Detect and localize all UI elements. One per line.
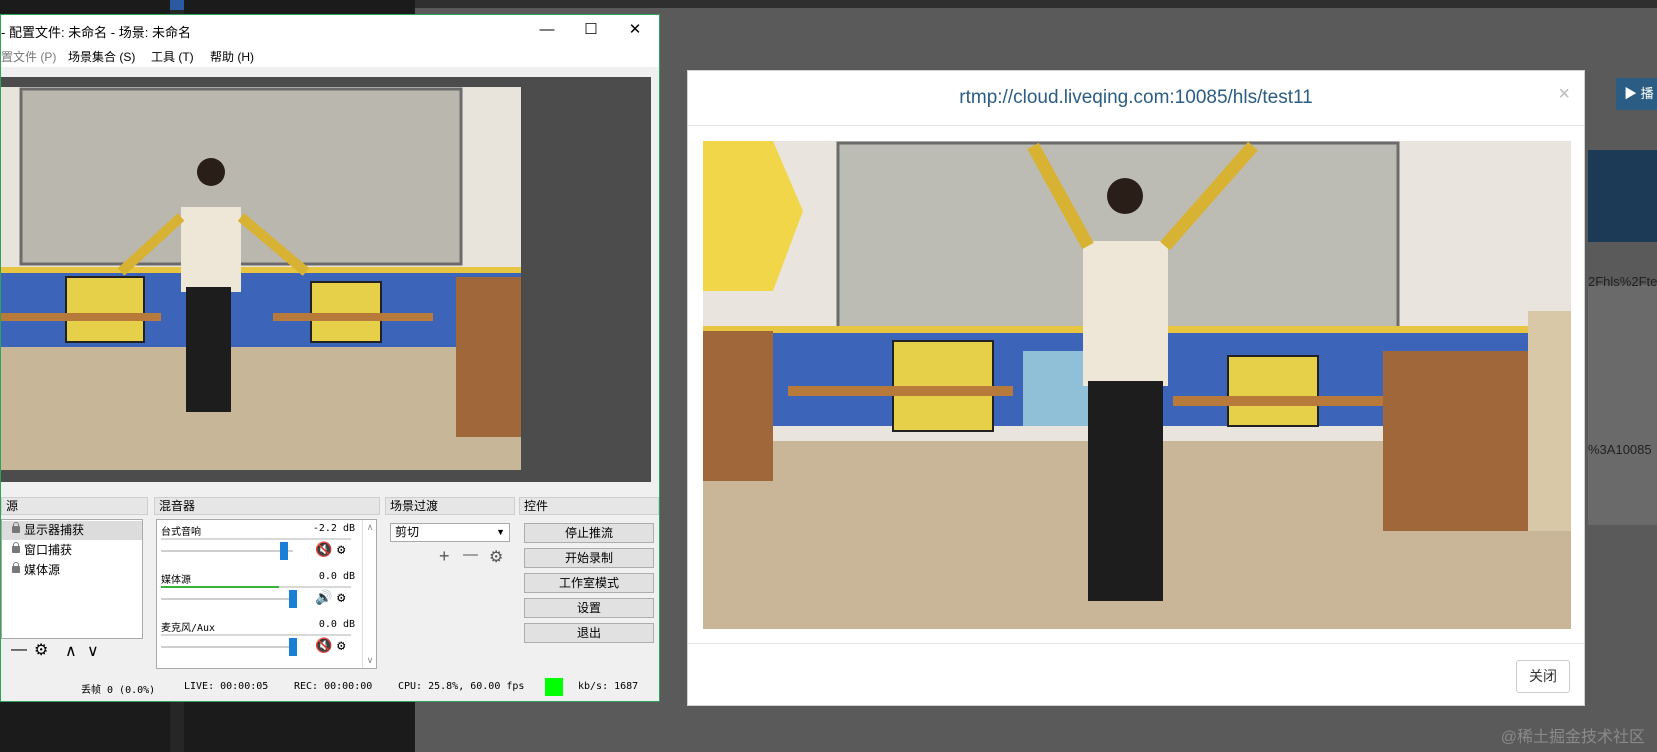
start-recording-button[interactable]: 开始录制 <box>524 548 654 568</box>
exit-button[interactable]: 退出 <box>524 623 654 643</box>
obs-titlebar: - 配置文件: 未命名 - 场景: 未命名 — ☐ ✕ <box>1 15 659 45</box>
obs-window: - 配置文件: 未命名 - 场景: 未命名 — ☐ ✕ 置文件 (P) 场景集合… <box>0 14 660 702</box>
audio-mixer: 台式音响 -2.2 dB 🔇 ⚙ 媒体源 0.0 dB 🔊 ⚙ 麦克风/Aux … <box>156 519 377 669</box>
source-item-window-capture[interactable]: 窗口捕获 <box>2 541 142 560</box>
studio-mode-button[interactable]: 工作室模式 <box>524 573 654 593</box>
channel-name: 麦克风/Aux <box>161 623 216 634</box>
mixer-channel-media: 媒体源 0.0 dB 🔊 ⚙ <box>161 570 357 616</box>
source-label: 显示器捕获 <box>24 523 85 537</box>
modal-close-button[interactable]: 关闭 <box>1516 660 1570 693</box>
modal-video-player[interactable] <box>703 141 1571 629</box>
sources-list: 显示器捕获 窗口捕获 媒体源 <box>1 519 143 639</box>
obs-window-title: - 配置文件: 未命名 - 场景: 未命名 <box>1 25 191 40</box>
gear-icon[interactable]: ⚙ <box>337 638 345 654</box>
watermark: @稀土掘金技术社区 <box>1500 729 1645 746</box>
bitrate: kb/s: 1687 <box>578 681 639 692</box>
close-button[interactable]: ✕ <box>613 15 657 45</box>
video-player-modal: rtmp://cloud.liveqing.com:10085/hls/test… <box>687 70 1585 706</box>
meter-fill <box>161 586 279 588</box>
live-time: LIVE: 00:00:05 <box>184 681 269 692</box>
transition-select[interactable]: 剪切 ▼ <box>390 523 510 542</box>
background-play-button[interactable]: ▶ 播 <box>1616 78 1657 110</box>
volume-slider-thumb[interactable] <box>289 590 297 608</box>
sources-toolbar: — ⚙ ∧ ∨ <box>1 641 143 663</box>
channel-db: 0.0 dB <box>318 619 355 630</box>
chevron-down-icon: ▼ <box>496 527 505 537</box>
volume-slider-track[interactable] <box>161 550 293 552</box>
background-url-text: 2Fhls%2Fte <box>1588 274 1657 289</box>
channel-name: 媒体源 <box>161 575 191 586</box>
controls-panel-header: 控件 <box>519 497 659 515</box>
menu-profile[interactable]: 置文件 (P) <box>1 48 56 65</box>
minimize-button[interactable]: — <box>525 15 569 45</box>
volume-slider-thumb[interactable] <box>279 542 288 560</box>
gear-icon[interactable]: ⚙ <box>337 542 345 558</box>
source-label: 窗口捕获 <box>24 543 73 557</box>
gear-icon[interactable]: ⚙ <box>489 547 503 567</box>
muted-speaker-icon[interactable]: 🔇 <box>315 638 332 654</box>
volume-slider-track[interactable] <box>161 598 293 600</box>
remove-source-button[interactable]: — <box>11 641 27 659</box>
menu-help[interactable]: 帮助 (H) <box>210 48 254 65</box>
transitions-panel-header: 场景过渡 <box>385 497 515 515</box>
scroll-up-icon[interactable]: ∧ <box>363 522 377 533</box>
obs-menubar: 置文件 (P) 场景集合 (S) 工具 (T) 帮助 (H) <box>1 45 659 67</box>
speaker-icon[interactable]: 🔊 <box>315 590 332 606</box>
volume-meter <box>161 634 351 636</box>
obs-status-bar: 丢帧 0 (0.0%) LIVE: 00:00:05 REC: 00:00:00… <box>1 675 659 699</box>
browser-topbar <box>415 0 1657 8</box>
dropped-frames: 丢帧 0 (0.0%) <box>81 685 156 696</box>
modal-title: rtmp://cloud.liveqing.com:10085/hls/test… <box>959 87 1313 108</box>
lock-icon[interactable] <box>12 562 20 573</box>
channel-db: 0.0 dB <box>318 571 355 582</box>
gear-icon[interactable]: ⚙ <box>337 590 345 606</box>
lock-icon[interactable] <box>12 542 20 553</box>
settings-button[interactable]: 设置 <box>524 598 654 618</box>
source-item-media-source[interactable]: 媒体源 <box>2 561 142 580</box>
source-label: 媒体源 <box>24 563 61 577</box>
move-up-button[interactable]: ∧ <box>65 641 77 661</box>
channel-db: -2.2 dB <box>312 523 355 534</box>
volume-slider-track[interactable] <box>161 646 293 648</box>
cpu-fps: CPU: 25.8%, 60.00 fps <box>398 681 525 692</box>
stop-streaming-button[interactable]: 停止推流 <box>524 523 654 543</box>
stream-status-indicator <box>545 678 563 696</box>
background-panel <box>1588 285 1657 525</box>
mixer-panel-header: 混音器 <box>154 497 380 515</box>
add-transition-button[interactable]: + <box>439 546 450 567</box>
move-down-button[interactable]: ∨ <box>87 641 99 661</box>
mixer-channel-desktop: 台式音响 -2.2 dB 🔇 ⚙ <box>161 522 357 568</box>
transition-selected: 剪切 <box>395 525 420 539</box>
modal-footer-divider <box>688 643 1584 644</box>
menu-tools[interactable]: 工具 (T) <box>151 48 194 65</box>
muted-speaker-icon[interactable]: 🔇 <box>315 542 332 558</box>
close-icon[interactable]: × <box>1558 83 1570 106</box>
volume-meter <box>161 586 351 588</box>
background-accent <box>170 0 184 10</box>
source-item-display-capture[interactable]: 显示器捕获 <box>2 521 142 540</box>
preview-video-frame <box>1 87 573 470</box>
modal-header-divider <box>688 125 1584 126</box>
maximize-button[interactable]: ☐ <box>569 15 613 45</box>
rec-time: REC: 00:00:00 <box>294 681 373 692</box>
remove-transition-button[interactable]: — <box>463 546 478 563</box>
volume-slider-thumb[interactable] <box>289 638 297 656</box>
channel-name: 台式音响 <box>161 527 201 538</box>
mixer-channel-mic: 麦克风/Aux 0.0 dB 🔇 ⚙ <box>161 618 357 664</box>
background-block <box>1588 150 1657 242</box>
lock-icon[interactable] <box>12 522 20 533</box>
volume-meter <box>161 538 351 540</box>
background-url-text-2: %3A10085 <box>1588 442 1652 457</box>
scroll-down-icon[interactable]: ∨ <box>363 655 377 666</box>
mixer-scrollbar[interactable]: ∧ ∨ <box>362 520 377 668</box>
menu-scene-collection[interactable]: 场景集合 (S) <box>68 48 135 65</box>
obs-preview[interactable] <box>1 77 651 482</box>
sources-panel-header: 源 <box>1 497 148 515</box>
gear-icon[interactable]: ⚙ <box>34 640 48 660</box>
